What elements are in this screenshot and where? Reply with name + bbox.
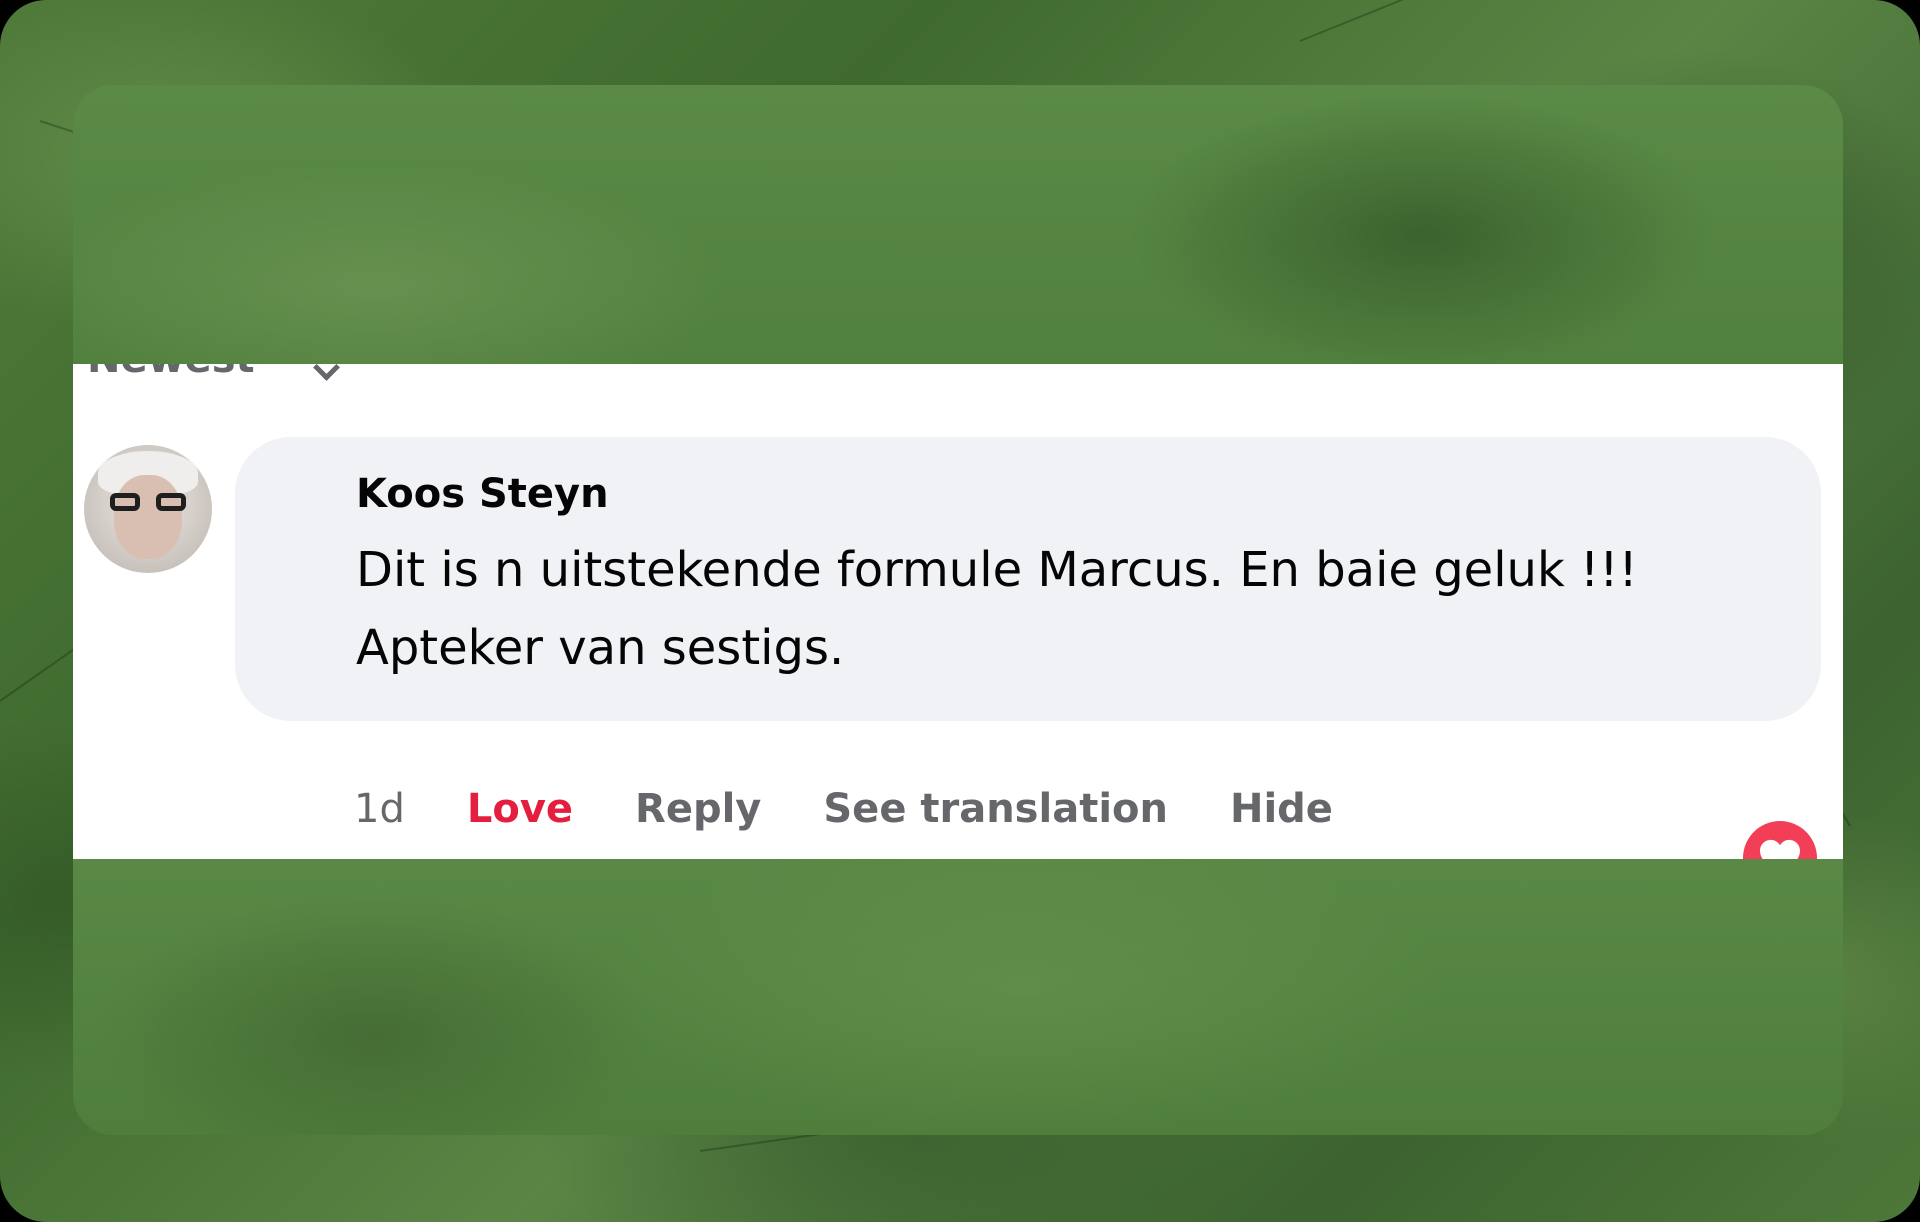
paper-crease xyxy=(1299,0,1746,42)
sort-dropdown-label[interactable]: Newest xyxy=(87,364,255,382)
avatar-glasses xyxy=(110,493,186,513)
hide-button[interactable]: Hide xyxy=(1230,786,1333,832)
heart-icon xyxy=(1760,839,1800,859)
avatar[interactable] xyxy=(84,445,212,573)
crumpled-paper-background: Newest Koos Steyn Dit is n uitstekende f… xyxy=(0,0,1920,1222)
blurred-screenshot-panel: Newest Koos Steyn Dit is n uitstekende f… xyxy=(73,85,1843,1135)
comment-text: Dit is n uitstekende formule Marcus. En … xyxy=(356,542,1638,676)
comment-timestamp[interactable]: 1d xyxy=(354,786,405,832)
see-translation-button[interactable]: See translation xyxy=(823,786,1168,832)
love-button[interactable]: Love xyxy=(467,786,573,832)
comment-actions-bar: 1d Love Reply See translation Hide xyxy=(354,779,1395,839)
love-reaction-badge[interactable] xyxy=(1743,821,1817,859)
chevron-down-icon[interactable] xyxy=(313,364,340,381)
avatar-face xyxy=(114,475,182,559)
comment-author-name[interactable]: Koos Steyn xyxy=(356,471,609,517)
comment-card: Newest Koos Steyn Dit is n uitstekende f… xyxy=(73,364,1843,859)
reply-button[interactable]: Reply xyxy=(635,786,761,832)
